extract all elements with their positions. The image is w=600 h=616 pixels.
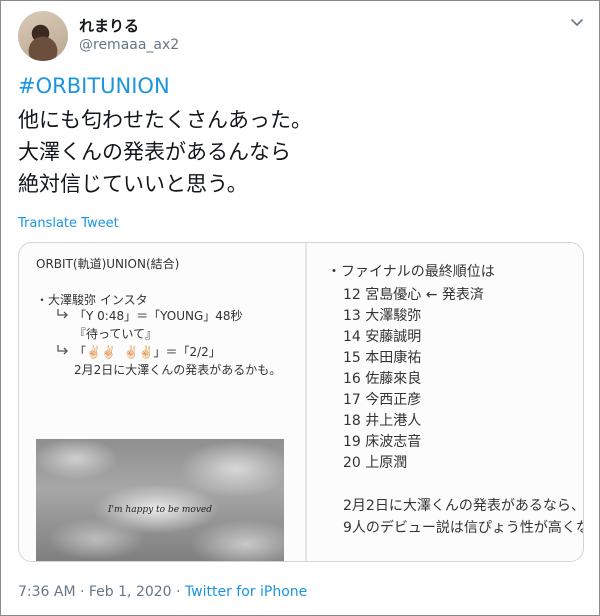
ranking-row: 20 上原潤 <box>343 455 408 471</box>
tweet-text-line: 大澤くんの発表があるんなら <box>18 140 291 164</box>
note-title: ORBIT(軌道)UNION(結合) <box>36 257 180 271</box>
note-line: 「Y 0:48」＝「YOUNG」48秒 <box>74 309 243 323</box>
display-name[interactable]: れまりる <box>79 15 139 36</box>
tweet-text-line: 絶対信じていいと思う。 <box>18 172 248 196</box>
tweet-source-link[interactable]: Twitter for iPhone <box>185 584 307 600</box>
photo-caption: I'm happy to be moved <box>108 505 213 515</box>
victory-hand-emoji: ✌🏻✌🏻 <box>123 345 154 359</box>
ranking-row: 12 宮島優心 ← 発表済 <box>343 287 484 303</box>
note-text: 「 <box>74 345 87 359</box>
note-image-right[interactable]: ・ファイナルの最終順位は 12 宮島優心 ← 発表済 13 大澤駿弥 14 安藤… <box>307 243 584 561</box>
note-line: 「✌🏻✌🏻 ✌🏻✌🏻」＝「2/2」 <box>74 343 221 360</box>
ranking-row: 14 安藤誠明 <box>343 329 422 345</box>
ranking-heading: ・ファイナルの最終順位は <box>327 264 495 280</box>
ranking-row: 18 井上港人 <box>343 413 422 429</box>
note-footer-line: 9人のデビュー説は信ぴょう性が高くな <box>343 520 584 536</box>
note-line: 『待っていて』 <box>74 327 158 341</box>
note-line: 2月2日に大澤くんの発表があるかも。 <box>74 363 282 377</box>
note-image-left[interactable]: ORBIT(軌道)UNION(結合) ・大澤駿弥 インスタ 「Y 0:48」＝「… <box>19 243 305 561</box>
note-bullet: ・大澤駿弥 インスタ <box>36 293 148 307</box>
user-handle[interactable]: @remaaa_ax2 <box>79 37 179 53</box>
ranking-row: 19 床波志音 <box>343 434 422 450</box>
tweet-meta: 7:36 AM · Feb 1, 2020 · Twitter for iPho… <box>18 584 307 600</box>
curved-arrow-icon <box>57 345 68 355</box>
ranking-row: 17 今西正彦 <box>343 392 422 408</box>
note-text: 」＝「2/2」 <box>153 345 221 359</box>
tweet-media-card[interactable]: ORBIT(軌道)UNION(結合) ・大澤駿弥 インスタ 「Y 0:48」＝「… <box>18 242 584 562</box>
hashtag-link[interactable]: #ORBITUNION <box>18 74 170 98</box>
cloud-photo: I'm happy to be moved <box>36 439 284 561</box>
translate-tweet-link[interactable]: Translate Tweet <box>18 216 119 231</box>
note-footer-line: 2月2日に大澤くんの発表があるなら、 <box>343 498 584 514</box>
victory-hand-emoji: ✌🏻✌🏻 <box>86 345 116 359</box>
chevron-down-icon[interactable] <box>569 14 585 30</box>
curved-arrow-icon <box>57 309 68 319</box>
tweet-timestamp[interactable]: 7:36 AM · Feb 1, 2020 · <box>18 584 185 600</box>
ranking-row: 15 本田康祐 <box>343 350 422 366</box>
tweet-text-line: 他にも匂わせたくさんあった。 <box>18 108 312 132</box>
ranking-row: 13 大澤駿弥 <box>343 308 422 324</box>
avatar[interactable] <box>18 11 68 61</box>
ranking-row: 16 佐藤來良 <box>343 371 422 387</box>
